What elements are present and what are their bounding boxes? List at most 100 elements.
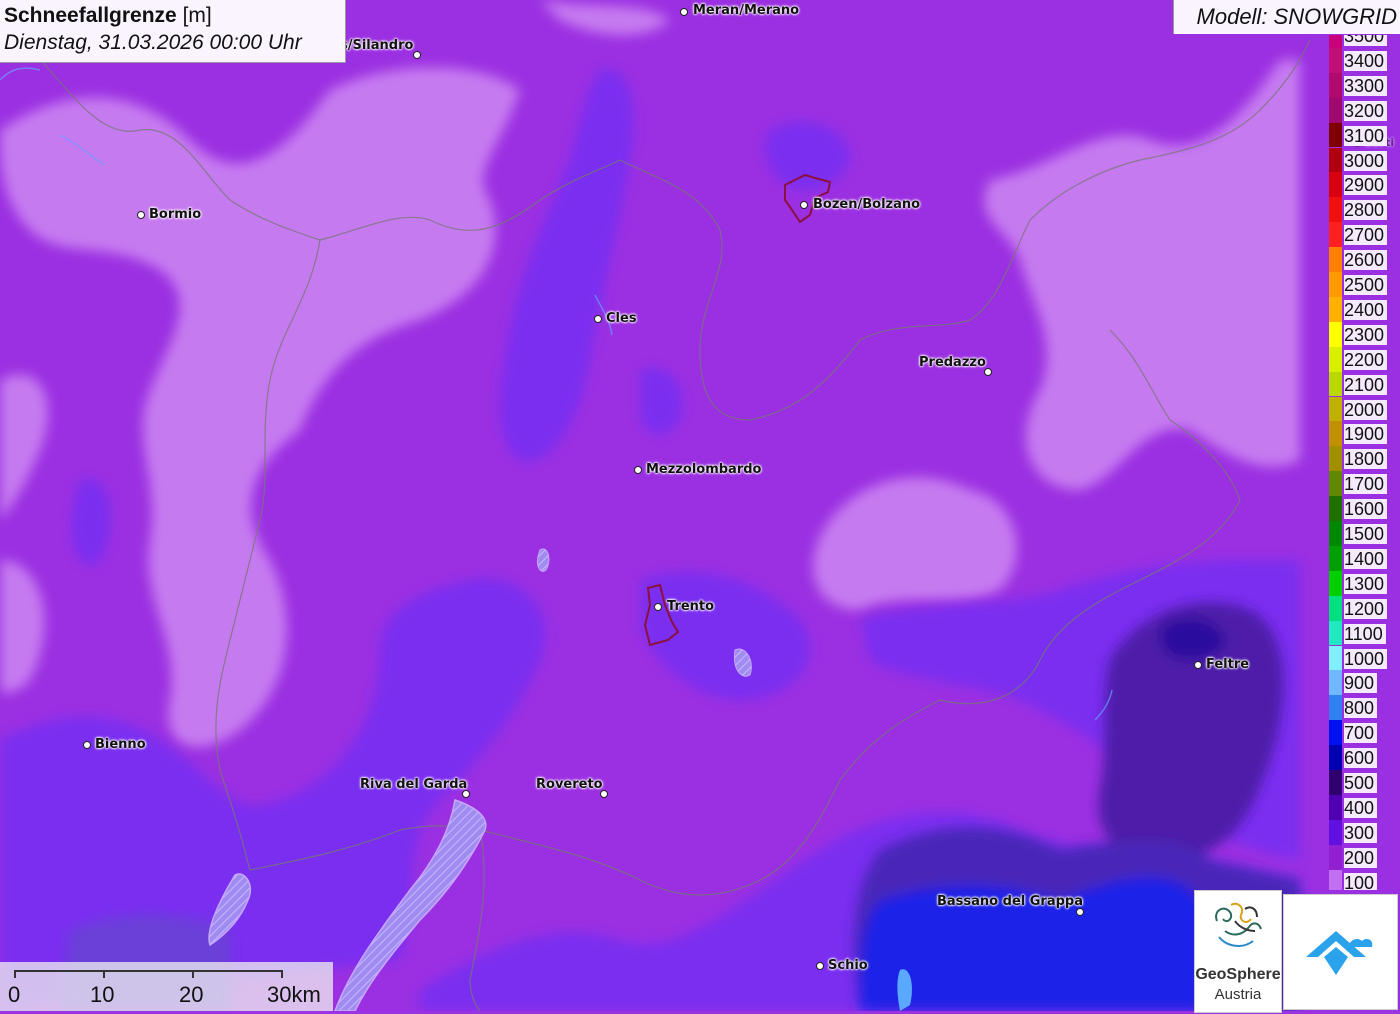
legend-row-3400: 3400 xyxy=(1329,47,1400,73)
city-label-predazzo: Predazzo xyxy=(919,355,986,370)
legend-label: 400 xyxy=(1344,797,1378,818)
legend-label: 2600 xyxy=(1344,250,1388,271)
city-label-bormio: Bormio xyxy=(149,207,202,222)
legend-label: 900 xyxy=(1344,673,1378,694)
legend-label: 2000 xyxy=(1344,399,1388,420)
legend-label: 2100 xyxy=(1344,374,1388,395)
legend-row-1900: 1900 xyxy=(1329,421,1400,447)
legend-swatch xyxy=(1329,272,1342,297)
city-dot-bienno[interactable] xyxy=(83,741,91,749)
city-dot-meran[interactable] xyxy=(680,8,688,16)
legend-row-900: 900 xyxy=(1329,670,1400,696)
legend-row-2500: 2500 xyxy=(1329,272,1400,297)
legend-label: 700 xyxy=(1344,723,1378,744)
legend-label: 3400 xyxy=(1344,50,1388,71)
geosphere-swirl-icon xyxy=(1215,902,1262,947)
legend-label: 3300 xyxy=(1344,75,1388,96)
geosphere-logo[interactable]: GeoSphere Austria xyxy=(1194,890,1282,1013)
scale-bar-line xyxy=(14,970,282,972)
legend-label: 3100 xyxy=(1344,125,1388,146)
city-dot-bolzano[interactable] xyxy=(800,201,808,209)
scale-label-20: 20 xyxy=(179,982,204,1007)
legend-label: 1600 xyxy=(1344,499,1388,520)
legend-label: 1000 xyxy=(1344,648,1388,669)
legend-row-2600: 2600 xyxy=(1329,247,1400,272)
city-dot-silandro[interactable] xyxy=(413,51,421,59)
legend-label: 2800 xyxy=(1344,200,1388,221)
city-dot-bormio[interactable] xyxy=(137,211,145,219)
legend-label: 100 xyxy=(1344,872,1378,890)
legend-label: 1100 xyxy=(1344,623,1386,644)
legend-row-1800: 1800 xyxy=(1329,446,1400,472)
legend-row-3100: 3100 xyxy=(1329,122,1400,148)
legend-label: 2900 xyxy=(1344,175,1388,196)
legend-row-2800: 2800 xyxy=(1329,197,1400,223)
legend-swatch xyxy=(1329,421,1342,447)
legend-row-200: 200 xyxy=(1329,844,1400,870)
legend-row-2200: 2200 xyxy=(1329,346,1400,372)
geosphere-logo-line1: GeoSphere xyxy=(1195,966,1281,983)
legend-row-1100: 1100 xyxy=(1329,620,1400,646)
legend-swatch xyxy=(1329,695,1342,721)
legend-row-400: 400 xyxy=(1329,794,1400,820)
snowfall-limit-map[interactable] xyxy=(0,0,1400,1011)
legend-row-2900: 2900 xyxy=(1329,172,1400,198)
legend-label: 1300 xyxy=(1344,573,1388,594)
legend-row-3300: 3300 xyxy=(1329,72,1400,98)
scale-tick-10 xyxy=(103,970,105,978)
legend-row-800: 800 xyxy=(1329,695,1400,721)
legend-label: 3000 xyxy=(1344,150,1388,171)
legend-swatch xyxy=(1329,770,1342,795)
map-title-box: Schneefallgrenze [m] Dienstag, 31.03.202… xyxy=(0,0,346,63)
legend-swatch xyxy=(1329,645,1342,671)
legend-swatch xyxy=(1329,496,1342,521)
city-label-schio: Schio xyxy=(828,958,868,973)
legend-swatch xyxy=(1329,819,1342,845)
legend-swatch xyxy=(1329,346,1342,372)
legend-label: 2200 xyxy=(1344,349,1388,370)
legend-swatch xyxy=(1329,670,1342,696)
legend-swatch xyxy=(1329,97,1342,123)
map-title: Schneefallgrenze [m] xyxy=(4,4,212,28)
legend-swatch xyxy=(1329,147,1342,173)
snow-roof-icon xyxy=(1306,931,1373,975)
legend-label: 600 xyxy=(1344,748,1378,769)
legend-swatch xyxy=(1329,35,1342,48)
legend-swatch xyxy=(1329,720,1342,746)
legend-swatch xyxy=(1329,222,1342,248)
legend-label: 200 xyxy=(1344,847,1378,868)
scale-tick-20 xyxy=(192,970,194,978)
legend-row-1400: 1400 xyxy=(1329,545,1400,571)
legend-label: 1800 xyxy=(1344,449,1388,470)
legend-row-2100: 2100 xyxy=(1329,371,1400,397)
model-label: Modell: SNOWGRID xyxy=(1196,4,1397,29)
legend-label: 300 xyxy=(1344,822,1378,843)
legend-row-2300: 2300 xyxy=(1329,321,1400,347)
legend-label: 1500 xyxy=(1344,524,1388,544)
city-dot-feltre[interactable] xyxy=(1194,661,1202,669)
app-logo[interactable] xyxy=(1283,894,1398,1010)
legend-swatch xyxy=(1329,396,1342,422)
legend-row-1000: 1000 xyxy=(1329,645,1400,671)
legend-swatch xyxy=(1329,122,1342,148)
legend-swatch xyxy=(1329,446,1342,472)
city-dot-schio[interactable] xyxy=(816,962,824,970)
city-label-mezzolombardo: Mezzolombardo xyxy=(646,462,762,477)
scale-tick-0 xyxy=(14,970,16,978)
legend-label: 2400 xyxy=(1344,299,1388,320)
legend-swatch xyxy=(1329,745,1342,770)
city-dot-mezzolombardo[interactable] xyxy=(634,466,642,474)
city-label-bienno: Bienno xyxy=(95,737,146,752)
model-label-box: Modell: SNOWGRID xyxy=(1173,0,1400,34)
legend-swatch xyxy=(1329,869,1342,890)
legend-row-3000: 3000 xyxy=(1329,147,1400,173)
city-label-silandro: s/Silandro xyxy=(340,38,414,53)
city-dot-cles[interactable] xyxy=(594,315,602,323)
legend-swatch xyxy=(1329,47,1342,73)
legend-swatch xyxy=(1329,296,1342,322)
lake-small xyxy=(537,548,550,572)
legend-swatch xyxy=(1329,620,1342,646)
legend-swatch xyxy=(1329,595,1342,621)
legend-label: 1400 xyxy=(1344,548,1388,569)
city-dot-trento[interactable] xyxy=(654,603,662,611)
